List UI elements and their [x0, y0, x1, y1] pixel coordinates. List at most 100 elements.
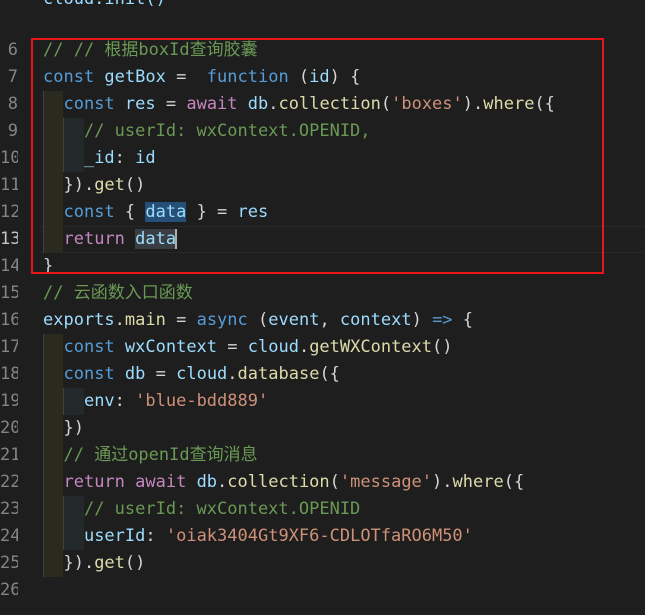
code-line[interactable]: 19 env: 'blue-bdd889' — [0, 388, 645, 415]
code-token: : — [114, 148, 136, 168]
code-token: db — [124, 364, 146, 384]
line-code[interactable]: userId: 'oiak3404Gt9XF6-CDLOTfaRO6M50' — [43, 523, 473, 550]
line-code[interactable]: }) — [43, 415, 84, 442]
line-code[interactable]: } — [43, 253, 53, 280]
code-token: await — [135, 472, 197, 492]
line-code[interactable]: _id: id — [43, 145, 156, 172]
line-code[interactable]: // 通过openId查询消息 — [43, 442, 258, 469]
code-token: . — [114, 310, 125, 330]
code-token: collection — [227, 472, 330, 492]
code-token: = — [217, 337, 248, 357]
code-token: function — [206, 67, 289, 87]
line-code[interactable]: env: 'blue-bdd889' — [43, 388, 268, 415]
code-line[interactable]: 25 }).get() — [0, 550, 645, 577]
code-line[interactable]: 26 — [0, 577, 645, 604]
code-editor[interactable]: cloud.init() 6 // // 根据boxId查询胶囊 7 const ge… — [0, 0, 645, 615]
code-token: ) { — [329, 67, 361, 87]
line-number: 26 — [0, 580, 18, 600]
code-token: collection — [278, 94, 381, 114]
code-line[interactable]: 17 const wxContext = cloud.getWXContext(… — [0, 334, 645, 361]
line-code[interactable]: const { data } = res — [43, 199, 268, 226]
code-token: : — [114, 391, 136, 411]
line-code[interactable]: const getBox = function (id) { — [43, 64, 360, 91]
line-number: 8 — [7, 94, 18, 114]
code-token: }) — [43, 418, 84, 438]
code-token: // userId: wxContext.OPENID — [83, 499, 361, 519]
code-token: res — [237, 202, 269, 222]
code-token: }). — [43, 553, 95, 573]
line-code[interactable]: // userId: wxContext.OPENID — [43, 496, 360, 523]
code-token: 'blue-bdd889' — [135, 391, 269, 411]
code-line[interactable]: 8 const res = await db.collection('boxes… — [0, 91, 645, 118]
code-line[interactable]: 22 return await db.collection('message')… — [0, 469, 645, 496]
code-token: } = — [186, 202, 238, 222]
code-line[interactable]: 9 // userId: wxContext.OPENID, — [0, 118, 645, 145]
code-token: { — [124, 202, 146, 222]
code-line[interactable]: 7 const getBox = function (id) { — [0, 64, 645, 91]
code-token: ). — [432, 472, 453, 492]
code-line[interactable]: 24 userId: 'oiak3404Gt9XF6-CDLOTfaRO6M50… — [0, 523, 645, 550]
code-line[interactable]: 21 // 通过openId查询消息 — [0, 442, 645, 469]
line-code[interactable]: }).get() — [43, 550, 145, 577]
code-token: data — [145, 202, 187, 222]
code-line[interactable]: 13 return data — [0, 226, 645, 253]
code-token: ( — [247, 310, 269, 330]
code-token: = — [145, 364, 177, 384]
code-token: exports — [43, 310, 115, 330]
line-number: 18 — [0, 364, 18, 384]
code-token: () — [124, 175, 146, 195]
line-code[interactable]: return data — [43, 226, 178, 253]
code-line[interactable]: 11 }).get() — [0, 172, 645, 199]
code-line[interactable]: 14} — [0, 253, 645, 280]
code-line[interactable]: 23 // userId: wxContext.OPENID — [0, 496, 645, 523]
code-token: ( — [288, 67, 310, 87]
code-token: . — [227, 364, 238, 384]
code-token: userId — [83, 526, 146, 546]
code-token: db — [196, 472, 218, 492]
code-line[interactable]: 6 // // 根据boxId查询胶囊 — [0, 37, 645, 64]
line-code[interactable]: exports.main = async (event, context) =>… — [43, 307, 473, 334]
code-token: 'message' — [339, 472, 433, 492]
code-token: 'oiak3404Gt9XF6-CDLOTfaRO6M50' — [165, 526, 473, 546]
code-line[interactable]: 18 const db = cloud.database({ — [0, 361, 645, 388]
code-token: async — [196, 310, 248, 330]
line-code[interactable]: const wxContext = cloud.getWXContext() — [43, 334, 452, 361]
line-code[interactable]: // userId: wxContext.OPENID, — [43, 118, 371, 145]
line-code[interactable]: }).get() — [43, 172, 145, 199]
line-code[interactable]: // 云函数入口函数 — [43, 280, 193, 307]
code-token: const — [63, 364, 125, 384]
line-code[interactable]: const res = await db.collection('boxes')… — [43, 91, 554, 118]
code-token: const — [63, 94, 125, 114]
code-line[interactable]: 20 }) — [0, 415, 645, 442]
code-token: => — [432, 310, 453, 330]
code-line[interactable]: 12 const { data } = res — [0, 199, 645, 226]
code-token: main — [124, 310, 166, 330]
code-line[interactable]: 15 // 云函数入口函数 — [0, 280, 645, 307]
code-token: cloud — [176, 364, 228, 384]
code-token: ). — [462, 94, 484, 114]
code-token: get — [94, 553, 125, 573]
code-token: , — [319, 310, 340, 330]
line-code[interactable]: const db = cloud.database({ — [43, 361, 339, 388]
line-number: 24 — [0, 526, 18, 546]
code-token: data — [135, 229, 177, 249]
code-token: : — [145, 526, 166, 546]
line-code[interactable]: return await db.collection('message').wh… — [43, 469, 524, 496]
code-token: where — [483, 94, 535, 114]
line-number: 11 — [0, 175, 18, 195]
code-token: // 通过openId查询消息 — [63, 445, 258, 465]
code-token: const — [63, 337, 125, 357]
code-token: ) — [411, 310, 433, 330]
code-line[interactable]: 10 _id: id — [0, 145, 645, 172]
code-token: getBox — [104, 67, 166, 87]
line-number: 14 — [0, 256, 18, 276]
code-line[interactable]: 16 exports.main = async (event, context) … — [0, 307, 645, 334]
code-token: res — [124, 94, 156, 114]
line-number: 10 — [0, 148, 18, 168]
line-code[interactable]: // // 根据boxId查询胶囊 — [43, 37, 258, 64]
